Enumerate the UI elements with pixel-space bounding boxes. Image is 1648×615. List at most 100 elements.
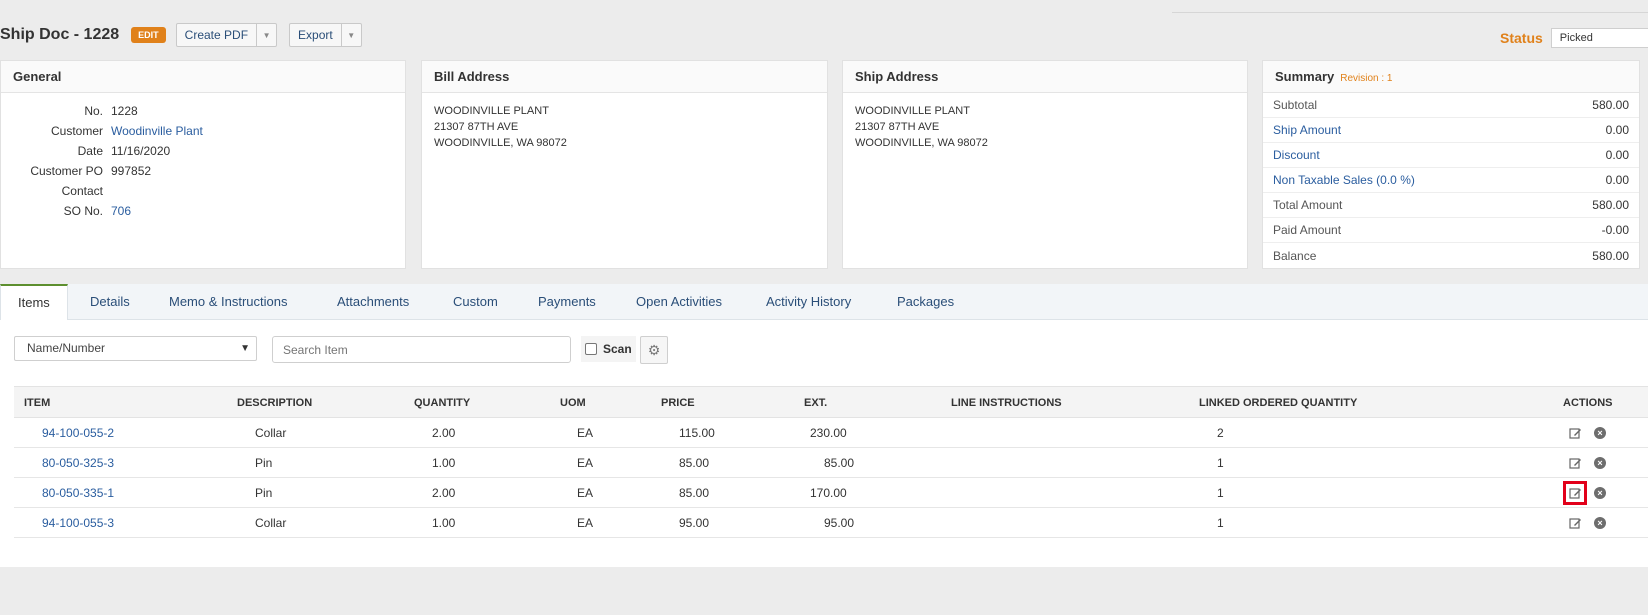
chevron-down-icon[interactable]: ▼ — [340, 24, 361, 46]
summary-value: 0.00 — [1605, 123, 1629, 137]
cell-description: Collar — [255, 426, 287, 440]
export-button[interactable]: Export ▼ — [289, 23, 362, 47]
address-line: WOODINVILLE PLANT — [855, 105, 970, 117]
cell-price: 115.00 — [679, 426, 715, 440]
field-label: Contact — [61, 184, 103, 198]
col-ext[interactable]: EXT. — [804, 387, 827, 419]
filter-select-value: Name/Number — [27, 341, 106, 355]
field-value: 1228 — [111, 104, 138, 118]
customer-link[interactable]: Woodinville Plant — [111, 124, 203, 138]
items-table: ITEM DESCRIPTION QUANTITY UOM PRICE EXT.… — [14, 386, 1648, 538]
col-price[interactable]: PRICE — [661, 387, 695, 419]
cell-ext: 85.00 — [824, 456, 855, 470]
general-row-no: No. 1228 — [1, 101, 405, 121]
col-line-instructions[interactable]: LINE INSTRUCTIONS — [951, 387, 1062, 419]
summary-value: 580.00 — [1592, 248, 1629, 263]
summary-row-balance: Balance 580.00 — [1263, 243, 1639, 268]
cell-quantity: 2.00 — [432, 486, 456, 500]
field-label: Customer PO — [30, 164, 103, 178]
summary-row-paid: Paid Amount -0.00 — [1263, 218, 1639, 243]
cell-uom: EA — [577, 426, 594, 440]
field-label: Customer — [50, 124, 103, 138]
ship-amount-link[interactable]: Ship Amount — [1273, 123, 1341, 137]
table-row: 94-100-055-2 Collar 2.00 EA 115.00 230.0… — [14, 418, 1648, 448]
col-linked-ordered-quantity[interactable]: LINKED ORDERED QUANTITY — [1199, 387, 1357, 419]
ship-address-title: Ship Address — [843, 61, 1247, 93]
discount-link[interactable]: Discount — [1273, 148, 1320, 162]
search-input[interactable] — [272, 336, 571, 363]
tab-items[interactable]: Items — [0, 284, 68, 321]
edit-button[interactable]: EDIT — [131, 27, 166, 43]
tab-memo-instructions[interactable]: Memo & Instructions — [169, 284, 288, 320]
summary-value: 0.00 — [1605, 173, 1629, 187]
col-uom[interactable]: UOM — [560, 387, 586, 419]
tab-details[interactable]: Details — [90, 284, 130, 320]
col-item[interactable]: ITEM — [24, 387, 50, 419]
item-link[interactable]: 80-050-335-1 — [42, 478, 114, 508]
address-line: WOODINVILLE PLANT — [434, 105, 549, 117]
cell-ext: 95.00 — [824, 516, 855, 530]
delete-icon[interactable]: × — [1594, 427, 1606, 439]
scan-checkbox[interactable] — [585, 343, 597, 355]
cell-description: Pin — [255, 486, 273, 500]
delete-icon[interactable]: × — [1594, 487, 1606, 499]
field-label: No. — [84, 104, 103, 118]
cell-linked-quantity: 2 — [1217, 426, 1224, 440]
so-link[interactable]: 706 — [111, 204, 131, 218]
table-header: ITEM DESCRIPTION QUANTITY UOM PRICE EXT.… — [14, 386, 1648, 418]
items-content: Name/Number ▼ Scan ⚙ ITEM DESCRIPTION QU… — [0, 320, 1648, 567]
field-value: 997852 — [111, 164, 152, 178]
tab-activity-history[interactable]: Activity History — [766, 284, 851, 320]
summary-value: -0.00 — [1601, 223, 1629, 237]
bill-address-title: Bill Address — [422, 61, 827, 93]
item-link[interactable]: 94-100-055-2 — [42, 418, 114, 448]
summary-head: Summary Revision : 1 — [1263, 61, 1639, 93]
create-pdf-button[interactable]: Create PDF ▼ — [175, 23, 278, 47]
delete-icon[interactable]: × — [1594, 457, 1606, 469]
delete-icon[interactable]: × — [1594, 517, 1606, 529]
tab-packages[interactable]: Packages — [897, 284, 954, 320]
cell-linked-quantity: 1 — [1217, 516, 1224, 530]
cell-description: Collar — [255, 516, 287, 530]
item-link[interactable]: 80-050-325-3 — [42, 448, 114, 478]
edit-icon[interactable] — [1568, 426, 1582, 440]
general-row-customer-po: Customer PO 997852 — [1, 161, 405, 181]
cell-uom: EA — [577, 486, 594, 500]
item-link[interactable]: 94-100-055-3 — [42, 508, 114, 538]
tab-attachments[interactable]: Attachments — [337, 284, 409, 320]
summary-row-subtotal: Subtotal 580.00 — [1263, 93, 1639, 118]
address-line: 21307 87TH AVE — [855, 121, 940, 133]
chevron-down-icon[interactable]: ▼ — [256, 24, 276, 46]
summary-value: 580.00 — [1592, 98, 1629, 112]
status-label: Status — [1500, 30, 1543, 46]
edit-icon[interactable] — [1568, 516, 1582, 530]
page-title: Ship Doc - 1228 — [0, 26, 120, 43]
cell-uom: EA — [577, 456, 594, 470]
export-label[interactable]: Export — [290, 24, 341, 46]
edit-icon[interactable] — [1568, 456, 1582, 470]
footer-area — [0, 567, 1648, 615]
col-quantity[interactable]: QUANTITY — [414, 387, 470, 419]
edit-icon[interactable] — [1563, 481, 1587, 505]
summary-label: Total Amount — [1273, 198, 1343, 212]
scan-label: Scan — [603, 342, 632, 356]
top-divider — [1172, 12, 1648, 13]
chevron-down-icon: ▼ — [240, 343, 250, 354]
status-select[interactable]: Picked — [1550, 28, 1648, 48]
top-strip — [0, 0, 1648, 13]
scan-toggle[interactable]: Scan — [581, 336, 636, 362]
cell-quantity: 2.00 — [432, 426, 456, 440]
settings-button[interactable]: ⚙ — [640, 336, 668, 364]
non-taxable-link[interactable]: Non Taxable Sales (0.0 %) — [1273, 173, 1415, 187]
status-area: Status Picked — [1500, 28, 1648, 48]
summary-panel: Summary Revision : 1 Subtotal 580.00 Ship … — [1262, 60, 1640, 269]
filter-select[interactable]: Name/Number ▼ — [14, 336, 257, 361]
tab-open-activities[interactable]: Open Activities — [636, 284, 722, 320]
summary-row-non-taxable: Non Taxable Sales (0.0 %) 0.00 — [1263, 168, 1639, 193]
create-pdf-label[interactable]: Create PDF — [177, 24, 256, 46]
cell-ext: 170.00 — [810, 486, 847, 500]
tab-payments[interactable]: Payments — [538, 284, 596, 320]
col-description[interactable]: DESCRIPTION — [237, 387, 312, 419]
cell-quantity: 1.00 — [432, 456, 456, 470]
tab-custom[interactable]: Custom — [453, 284, 498, 320]
